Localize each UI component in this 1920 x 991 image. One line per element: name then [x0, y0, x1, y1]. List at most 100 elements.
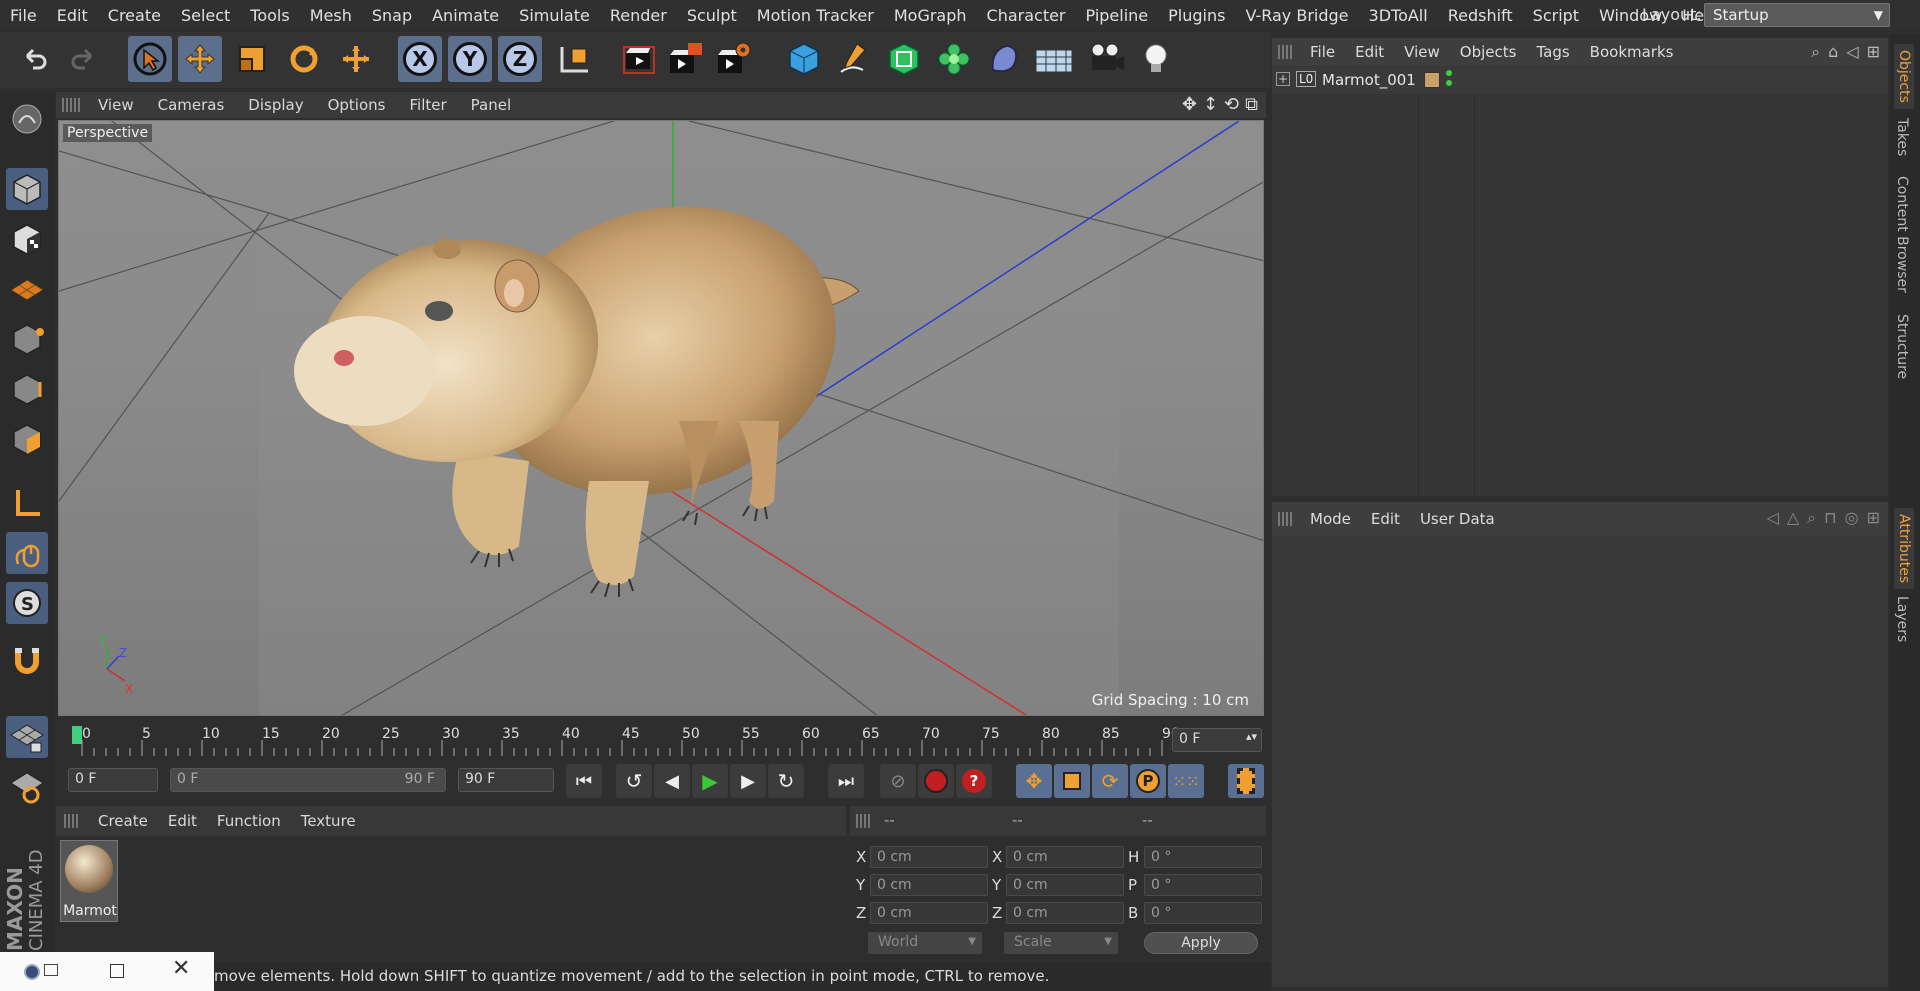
- polygons-mode-button[interactable]: [6, 418, 48, 460]
- viewport-menu-filter[interactable]: Filter: [397, 96, 458, 114]
- attribute-menu-mode[interactable]: Mode: [1300, 510, 1361, 528]
- home-icon[interactable]: ⌂: [1828, 42, 1838, 62]
- rotate-tool-button[interactable]: [282, 36, 326, 82]
- rot-p-field[interactable]: 0 °: [1144, 874, 1262, 896]
- live-select-button[interactable]: [334, 36, 378, 82]
- x-axis-lock-button[interactable]: X: [398, 36, 442, 82]
- y-axis-lock-button[interactable]: Y: [448, 36, 492, 82]
- frame-range-slider[interactable]: 0 F 90 F: [170, 768, 446, 792]
- pen-tool-button[interactable]: [832, 36, 876, 82]
- object-row-marmot[interactable]: + L0 Marmot_001: [1272, 68, 1888, 94]
- rotation-key-button[interactable]: ⟳: [1092, 764, 1128, 798]
- menu-simulate[interactable]: Simulate: [509, 6, 600, 25]
- viewport-menu-options[interactable]: Options: [316, 96, 398, 114]
- edges-mode-button[interactable]: [6, 368, 48, 410]
- editor-visibility-dot[interactable]: [1446, 70, 1452, 76]
- object-menu-objects[interactable]: Objects: [1450, 43, 1527, 61]
- object-menu-file[interactable]: File: [1300, 43, 1345, 61]
- menu-file[interactable]: File: [0, 6, 47, 25]
- size-y-field[interactable]: 0 cm: [1006, 874, 1124, 896]
- render-visibility-dot[interactable]: [1446, 80, 1452, 86]
- close-icon[interactable]: ✕: [172, 956, 190, 981]
- go-to-start-button[interactable]: ⏮: [566, 764, 602, 798]
- search-icon[interactable]: ⌕: [1811, 42, 1820, 62]
- select-tool-button[interactable]: [128, 36, 172, 82]
- maximize-icon[interactable]: [110, 964, 124, 978]
- drag-handle-icon[interactable]: [62, 98, 80, 112]
- menu-sculpt[interactable]: Sculpt: [677, 6, 747, 25]
- menu-character[interactable]: Character: [977, 6, 1076, 25]
- lock-icon[interactable]: ⊓: [1824, 508, 1836, 528]
- menu-create[interactable]: Create: [98, 6, 171, 25]
- scale-key-button[interactable]: [1054, 764, 1090, 798]
- tweak-mode-button[interactable]: [6, 532, 48, 574]
- position-key-button[interactable]: ✥: [1016, 764, 1052, 798]
- target-icon[interactable]: ◎: [1845, 508, 1859, 528]
- menu-render[interactable]: Render: [600, 6, 677, 25]
- parameter-key-button[interactable]: P: [1130, 764, 1166, 798]
- material-menu-edit[interactable]: Edit: [158, 812, 207, 830]
- perspective-viewport[interactable]: Y Z X Perspective Grid Spacing : 10 cm: [58, 120, 1264, 716]
- z-axis-lock-button[interactable]: Z: [498, 36, 542, 82]
- restore-icon[interactable]: [44, 964, 58, 976]
- workplane-sync-button[interactable]: [6, 766, 48, 808]
- drag-handle-icon[interactable]: [1278, 45, 1294, 59]
- viewport-menu-view[interactable]: View: [86, 96, 146, 114]
- undo-button[interactable]: [12, 36, 56, 82]
- deformer-button[interactable]: [982, 36, 1026, 82]
- material-menu-create[interactable]: Create: [88, 812, 158, 830]
- menu-motion-tracker[interactable]: Motion Tracker: [747, 6, 884, 25]
- rotate-view-icon[interactable]: ⟲: [1224, 94, 1239, 115]
- camera-button[interactable]: [1084, 36, 1128, 82]
- pos-z-field[interactable]: 0 cm: [870, 902, 988, 924]
- snap-button[interactable]: S: [6, 582, 48, 624]
- menu-script[interactable]: Script: [1523, 6, 1589, 25]
- end-frame-field[interactable]: 90 F: [458, 768, 554, 792]
- object-name[interactable]: Marmot_001: [1322, 71, 1416, 89]
- tab-attributes[interactable]: Attributes: [1894, 508, 1914, 590]
- search-icon[interactable]: ⌕: [1807, 508, 1816, 528]
- subdivision-surface-button[interactable]: [882, 36, 926, 82]
- menu-tools[interactable]: Tools: [240, 6, 299, 25]
- start-frame-field[interactable]: 0 F: [68, 768, 158, 792]
- tab-content-browser[interactable]: Content Browser: [1894, 176, 1910, 293]
- redo-button[interactable]: [62, 36, 106, 82]
- pan-view-icon[interactable]: ✥: [1182, 94, 1197, 115]
- dolly-view-icon[interactable]: ↕: [1203, 94, 1218, 115]
- viewport-menu-display[interactable]: Display: [236, 96, 315, 114]
- expand-icon[interactable]: +: [1276, 72, 1290, 86]
- attribute-menu-edit[interactable]: Edit: [1361, 510, 1410, 528]
- magnet-button[interactable]: [6, 640, 48, 682]
- pos-y-field[interactable]: 0 cm: [870, 874, 988, 896]
- render-view-button[interactable]: [616, 36, 660, 82]
- workplane-mode-button[interactable]: [6, 268, 48, 310]
- coordinate-mode-select[interactable]: World ▼: [868, 932, 982, 954]
- material-tag-icon[interactable]: [1424, 72, 1440, 88]
- back-arrow-icon[interactable]: ◁: [1767, 508, 1779, 528]
- previous-keyframe-button[interactable]: ↺: [616, 764, 652, 798]
- tab-layers[interactable]: Layers: [1894, 596, 1910, 642]
- next-keyframe-button[interactable]: ↻: [768, 764, 804, 798]
- object-menu-bookmarks[interactable]: Bookmarks: [1580, 43, 1684, 61]
- coordinate-system-button[interactable]: [552, 36, 596, 82]
- point-level-animation-button[interactable]: ⁙⁙: [1168, 764, 1204, 798]
- menu-plugins[interactable]: Plugins: [1158, 6, 1235, 25]
- texture-mode-button[interactable]: [6, 218, 48, 260]
- viewport-menu-panel[interactable]: Panel: [459, 96, 523, 114]
- menu-mograph[interactable]: MoGraph: [884, 6, 977, 25]
- rot-b-field[interactable]: 0 °: [1144, 902, 1262, 924]
- menu-redshift[interactable]: Redshift: [1438, 6, 1523, 25]
- tab-objects[interactable]: Objects: [1894, 44, 1914, 109]
- menu-select[interactable]: Select: [171, 6, 240, 25]
- previous-frame-button[interactable]: ◀: [654, 764, 690, 798]
- toggle-view-icon[interactable]: ⧉: [1245, 94, 1258, 115]
- drag-handle-icon[interactable]: [64, 814, 80, 828]
- keyframe-selection-button[interactable]: ?: [956, 764, 992, 798]
- attribute-menu-user-data[interactable]: User Data: [1410, 510, 1505, 528]
- back-icon[interactable]: ◁: [1846, 42, 1858, 62]
- menu-animate[interactable]: Animate: [422, 6, 509, 25]
- cloner-button[interactable]: [932, 36, 976, 82]
- menu-edit[interactable]: Edit: [47, 6, 98, 25]
- make-editable-button[interactable]: [6, 98, 48, 140]
- material-swatch-marmot[interactable]: Marmot: [60, 840, 118, 922]
